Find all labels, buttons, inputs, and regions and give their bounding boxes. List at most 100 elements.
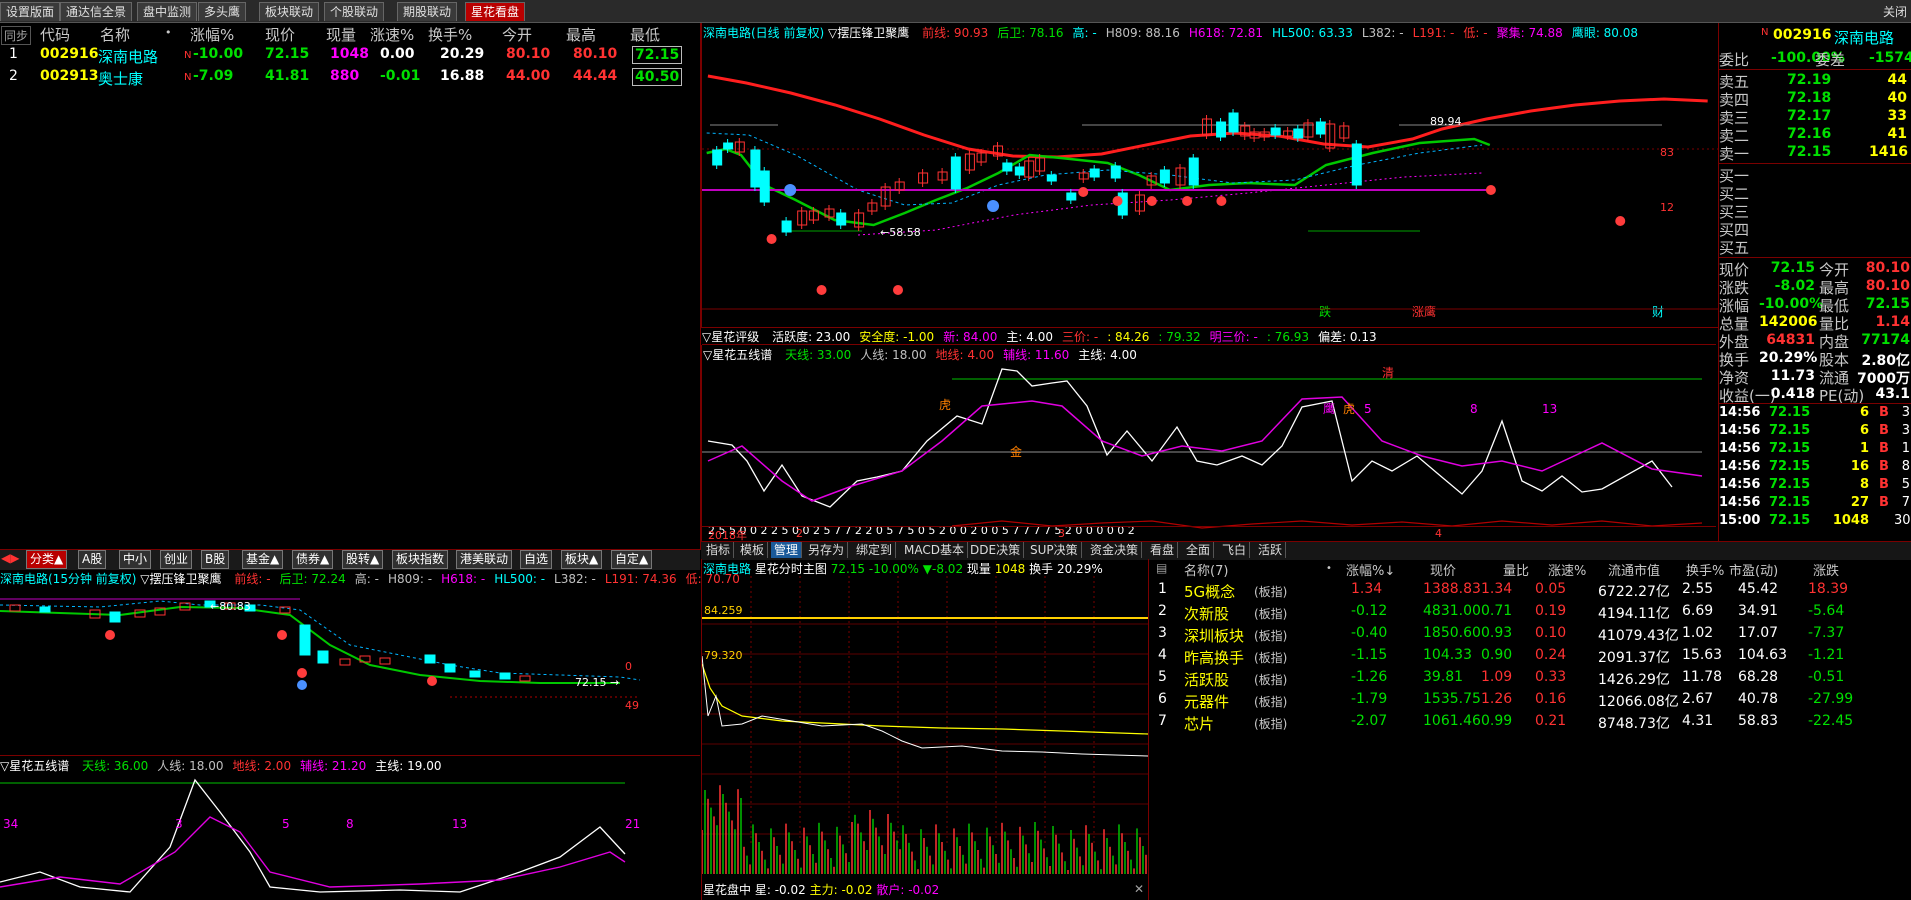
candle-body xyxy=(723,142,734,150)
category-tab-0[interactable]: 分类▲ xyxy=(26,550,68,569)
tool-tab-7[interactable]: SUP决策 xyxy=(1027,542,1082,558)
five-big-title[interactable]: ▽星花五线谱 xyxy=(703,348,772,362)
daily-indicator[interactable]: ▽摆压锋卫聚鹰 xyxy=(828,26,909,40)
tool-tab-2[interactable]: 管理 xyxy=(771,542,803,558)
sector-header-price[interactable]: 现价 xyxy=(1430,560,1456,579)
stat-value: 1.14 xyxy=(1875,314,1910,330)
intraday-panel: 深南电路 星花分时主图 72.15 -10.00% ▼-8.02 现量 1048… xyxy=(701,559,1149,900)
tool-tab-1[interactable]: 模板 xyxy=(737,542,769,558)
sector-cell-price: 1535.75 xyxy=(1423,691,1481,707)
watch-cell-open: 80.10 xyxy=(506,46,551,62)
min15-right-label: 0 xyxy=(625,660,632,673)
category-tab-12[interactable]: 自定▲ xyxy=(611,550,653,569)
tool-tab-5[interactable]: MACD基本 xyxy=(901,542,968,558)
top-tab-7[interactable]: 星花看盘 xyxy=(465,2,526,21)
tool-tab-0[interactable]: 指标 xyxy=(703,542,735,558)
watch-header-name[interactable]: 名称 xyxy=(100,24,130,45)
top-tab-1[interactable]: 通达信全景 xyxy=(60,2,133,21)
category-tab-3[interactable]: 创业 xyxy=(160,550,193,569)
category-tab-8[interactable]: 板块指数 xyxy=(392,550,449,569)
sector-row[interactable]: 7 芯片 (板指) -2.07 1061.46 0.99 0.21 8748.73亿 4.31 5… xyxy=(1148,713,1908,733)
category-tab-2[interactable]: 中小 xyxy=(119,550,152,569)
tool-tab-11[interactable]: 飞白 xyxy=(1219,542,1251,558)
category-tab-9[interactable]: 港美联动 xyxy=(456,550,513,569)
min15-indicator[interactable]: ▽摆压锋卫聚鹰 xyxy=(140,572,221,586)
top-tab-5[interactable]: 个股联动 xyxy=(324,2,385,21)
legend-item: L191: 74.36 xyxy=(604,572,677,586)
ask-price: 72.16 xyxy=(1787,126,1832,142)
sector-header-name[interactable]: 名称(7) xyxy=(1184,560,1228,579)
watch-header-price[interactable]: 现价 xyxy=(265,24,295,45)
sector-row[interactable]: 2 次新股 (板指) -0.12 4831.00 0.71 0.19 4194.11亿 6.69… xyxy=(1148,603,1908,623)
watch-header-speed[interactable]: 涨速% xyxy=(370,24,414,45)
candle-body xyxy=(1046,174,1057,182)
sector-header-speed[interactable]: 涨速% xyxy=(1548,560,1586,579)
rating-title[interactable]: ▽星花评级 xyxy=(702,330,759,344)
tool-tab-9[interactable]: 看盘 xyxy=(1147,542,1179,558)
watch-header-chg[interactable]: 涨幅% xyxy=(190,24,234,45)
watch-header-vol[interactable]: 现量 xyxy=(326,24,356,45)
five-mark: 虎 xyxy=(939,398,951,412)
sector-header-dot[interactable]: • xyxy=(1326,563,1332,574)
sector-cell-sp: 0.33 xyxy=(1535,669,1567,685)
scroll-left-arrow[interactable]: ◀▶ xyxy=(1,551,19,565)
watch-header-turn[interactable]: 换手% xyxy=(428,24,472,45)
sector-header-pe[interactable]: 市盈(动) xyxy=(1729,560,1778,579)
sector-row[interactable]: 6 元器件 (板指) -1.79 1535.75 1.26 0.16 12066.08亿 2.6… xyxy=(1148,691,1908,711)
top-tab-6[interactable]: 期股联动 xyxy=(397,2,458,21)
top-tab-2[interactable]: 盘中监测 xyxy=(137,2,198,21)
tool-tab-4[interactable]: 绑定到 xyxy=(853,542,897,558)
category-tab-11[interactable]: 板块▲ xyxy=(561,550,603,569)
sector-header-ud[interactable]: 涨跌 xyxy=(1813,560,1839,579)
intraday-close-icon[interactable]: ✕ xyxy=(1134,882,1144,896)
min15-price-label: 72.15 → xyxy=(575,676,619,689)
watch-cell-open: 44.00 xyxy=(506,68,551,84)
tool-tab-12[interactable]: 活跃 xyxy=(1255,542,1287,558)
tool-tab-8[interactable]: 资金决策 xyxy=(1087,542,1143,558)
category-tab-6[interactable]: 债券▲ xyxy=(292,550,334,569)
top-tab-3[interactable]: 多头鹰 xyxy=(198,2,247,21)
intraday-price: 72.15 xyxy=(830,562,866,576)
watch-row[interactable]: 1 002916 深南电路 N -10.00 72.15 1048 0.00 20.29 80.1… xyxy=(0,46,700,66)
category-tab-10[interactable]: 自选 xyxy=(520,550,553,569)
five-small-title[interactable]: ▽星花五线谱 xyxy=(0,759,69,773)
top-tab-0[interactable]: 设置版面 xyxy=(0,2,61,21)
sync-label[interactable]: 同步 xyxy=(1,26,32,45)
sector-cell-ud: -5.64 xyxy=(1808,603,1845,619)
tick-side: B xyxy=(1879,423,1889,438)
sector-row[interactable]: 1 5G概念 (板指) 1.34 1388.83 1.34 0.05 6722.27亿 2.55… xyxy=(1148,581,1908,601)
sector-row[interactable]: 3 深圳板块 (板指) -0.40 1850.60 0.93 0.10 41079.43亿 1.… xyxy=(1148,625,1908,645)
sector-cell-mc: 1426.29亿 xyxy=(1598,672,1670,688)
watch-header-open[interactable]: 今开 xyxy=(502,24,532,45)
ask-volume: 40 xyxy=(1887,90,1907,106)
watch-header-low[interactable]: 最低 xyxy=(630,24,660,45)
watch-cell-chg: -7.09 xyxy=(193,68,234,84)
sector-header-mc[interactable]: 流通市值 xyxy=(1608,560,1660,579)
intraday-turn-label: 换手 xyxy=(1029,562,1054,576)
watch-header-dot[interactable]: • xyxy=(165,26,172,39)
category-tab-5[interactable]: 基金▲ xyxy=(242,550,284,569)
watch-header-code[interactable]: 代码 xyxy=(40,24,70,45)
sector-header-vr[interactable]: 量比 xyxy=(1503,560,1529,579)
ask-volume: 1416 xyxy=(1869,144,1908,160)
sector-row[interactable]: 5 活跃股 (板指) -1.26 39.81 1.09 0.33 1426.29亿 11.78 6… xyxy=(1148,669,1908,689)
close-button[interactable]: 关闭 xyxy=(1883,3,1907,20)
sector-menu-icon[interactable]: ▤ xyxy=(1156,561,1167,575)
sector-header-chg[interactable]: 涨幅%↓ xyxy=(1346,560,1395,579)
sector-cell-n: 昨高换手 xyxy=(1184,649,1245,667)
tool-tab-6[interactable]: DDE决策 xyxy=(967,542,1025,558)
category-tab-4[interactable]: B股 xyxy=(201,550,230,569)
watch-row[interactable]: 2 002913 奥士康 N -7.09 41.81 880 -0.01 16.88 44.00 4… xyxy=(0,68,700,88)
watch-cell-speed: -0.01 xyxy=(380,68,421,84)
watch-header-high[interactable]: 最高 xyxy=(566,24,596,45)
sector-row[interactable]: 4 昨高换手 (板指) -1.15 104.33 0.90 0.24 2091.37亿 15.6… xyxy=(1148,647,1908,667)
tool-tab-10[interactable]: 全面 xyxy=(1183,542,1215,558)
top-tab-4[interactable]: 板块联动 xyxy=(259,2,320,21)
category-tab-1[interactable]: A股 xyxy=(78,550,107,569)
sector-header-turn[interactable]: 换手% xyxy=(1686,560,1724,579)
category-tab-7[interactable]: 股转▲ xyxy=(342,550,384,569)
tick-price: 72.15 xyxy=(1769,495,1811,510)
fib-number: 5 xyxy=(282,817,290,831)
divider xyxy=(1719,403,1911,404)
tool-tab-3[interactable]: 另存为 xyxy=(805,542,849,558)
